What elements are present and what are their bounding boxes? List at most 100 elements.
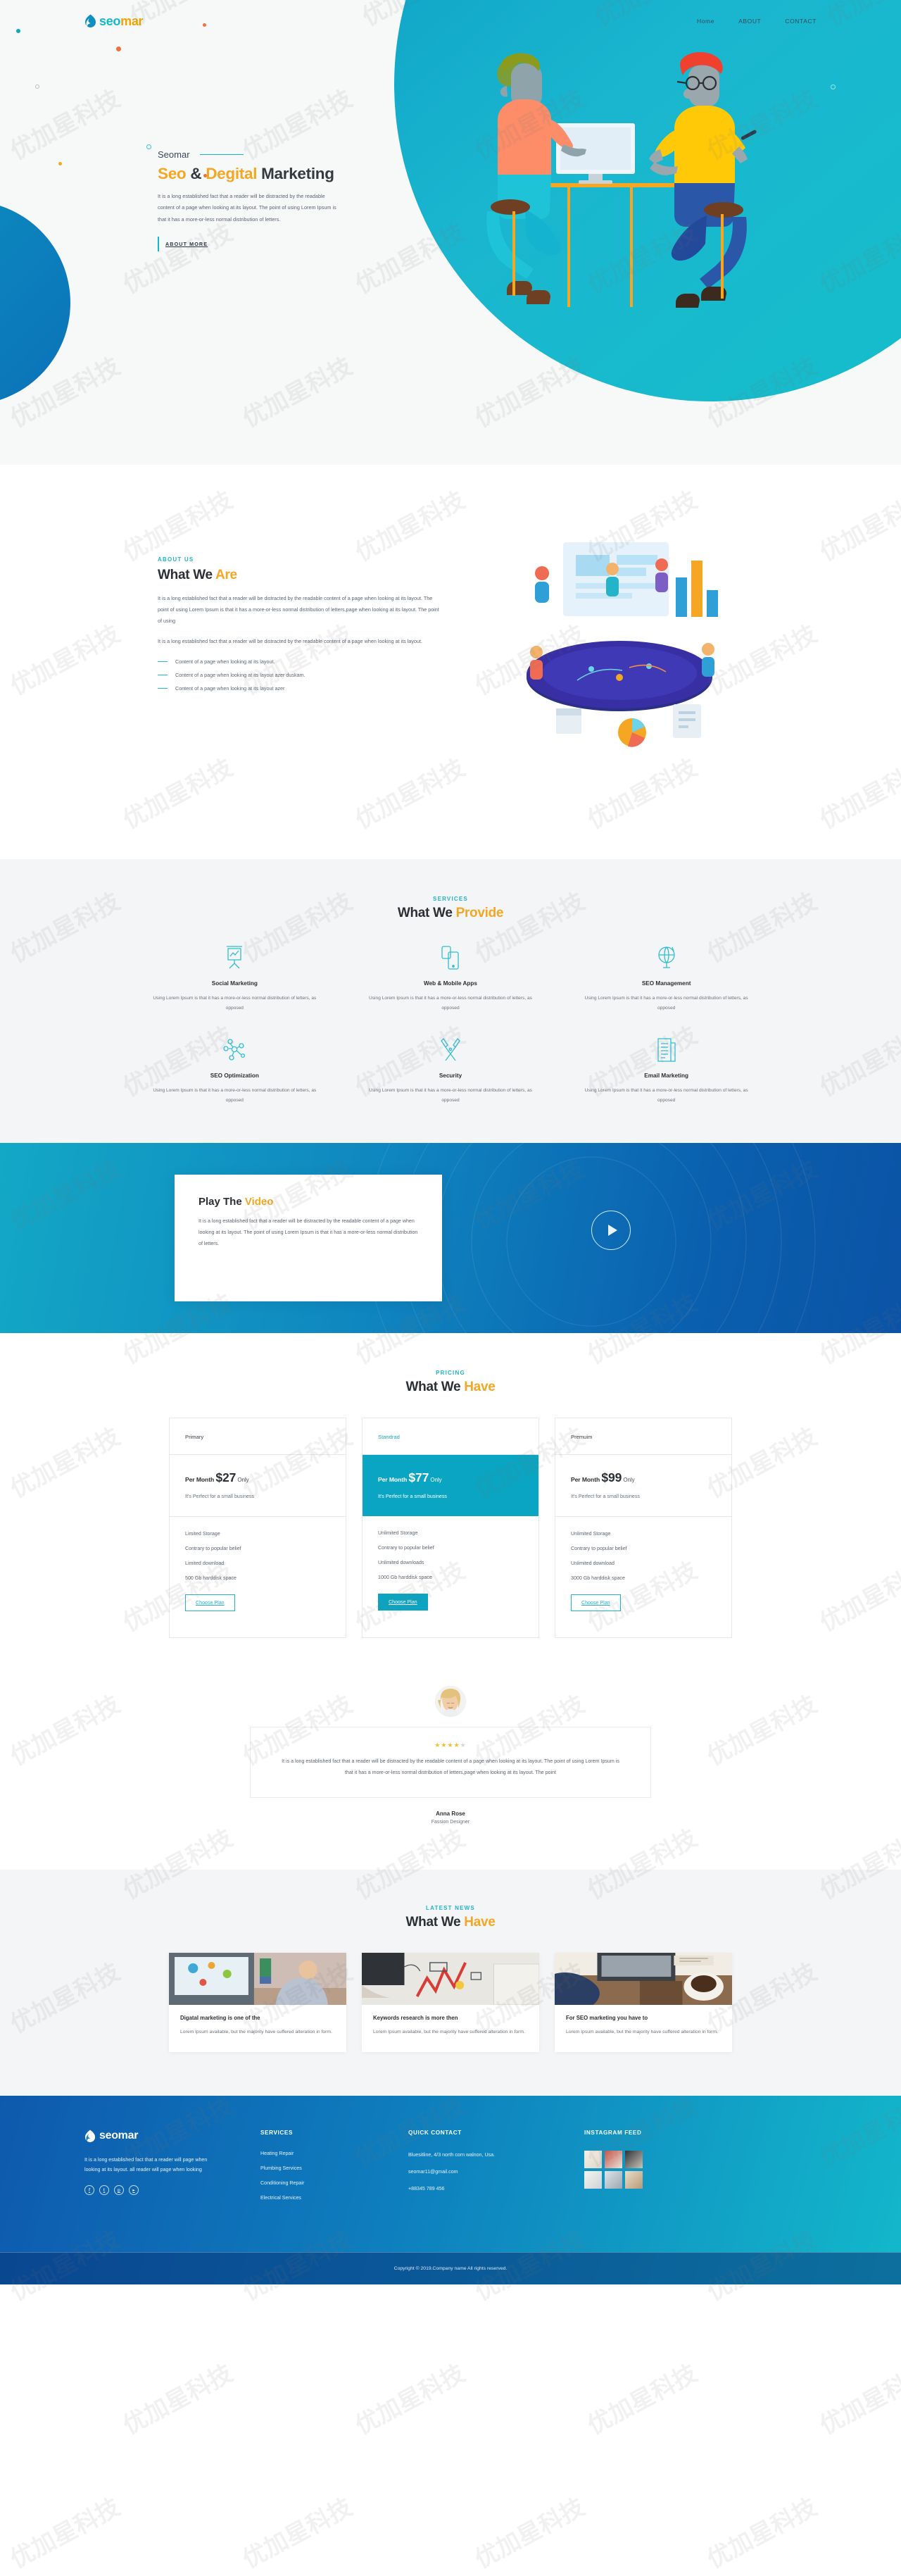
service-card-security[interactable]: Security Using Lorem Ipsum is that it ha…	[343, 1036, 559, 1106]
news-card[interactable]: For SEO marketing you have to Lorem Ipsu…	[555, 1953, 732, 2052]
hero-eyebrow-line	[199, 154, 244, 155]
service-desc: Using Lorem Ipsum is that it has a more-…	[369, 996, 532, 1011]
news-title: What We Have	[0, 1915, 901, 1930]
news-card-title: Keywords research is more then	[373, 2015, 458, 2022]
plan-feature: 3000 Gb harddisk space	[571, 1575, 625, 1582]
footer-brand-name: seomar	[99, 2130, 139, 2142]
instagram-tile[interactable]	[625, 2150, 643, 2168]
service-card-seo-optimization[interactable]: SEO Optimization Using Lorem Ipsum is th…	[127, 1036, 343, 1106]
footer-social-links: f t p ▸	[84, 2185, 260, 2196]
service-card-email-marketing[interactable]: Email Marketing Using Lorem Ipsum is tha…	[558, 1036, 774, 1106]
news-card-body: Keywords research is more then Lorem Ips…	[362, 2005, 539, 2051]
choose-plan-button[interactable]: Choose Plan	[378, 1594, 428, 1611]
instagram-tile[interactable]	[605, 2150, 622, 2168]
youtube-icon[interactable]: ▸	[129, 2185, 139, 2196]
star-filled-icon: ★	[434, 1742, 441, 1749]
about-bullet-item: Content of a page when looking at its la…	[158, 685, 439, 692]
footer-service-label: Plumbing Services	[260, 2165, 302, 2171]
plan-price-suffix: Only	[622, 1477, 635, 1484]
footer-services-list: Heating Repair Plumbing Services Conditi…	[260, 2151, 408, 2201]
footer-instagram-heading: INSTAGRAM FEED	[584, 2129, 642, 2136]
footer-service-item[interactable]: Plumbing Services	[260, 2165, 408, 2171]
services-section: SERVICES What We Provide Social Marketin…	[0, 859, 901, 1144]
watermark-text: 优加星科技	[6, 2493, 125, 2575]
logo-drop-icon	[85, 14, 96, 28]
pricing-card-price-block: Per Month $27 Only It's Perfect for a sm…	[170, 1455, 346, 1518]
instagram-tile[interactable]	[625, 2170, 643, 2189]
plan-name: Primary	[185, 1434, 204, 1441]
services-header: SERVICES What We Provide	[0, 896, 901, 921]
plan-feature-list: Unlimited Storage Contrary to popular be…	[555, 1517, 731, 1637]
pricing-title: What We Have	[0, 1380, 901, 1395]
footer-service-label: Conditioning Repair	[260, 2180, 305, 2186]
instagram-tile[interactable]	[584, 2170, 602, 2189]
hero-title-marketing: Marketing	[261, 165, 334, 182]
footer-copyright-text: Copyright © 2019.Company name All rights…	[393, 2265, 508, 2271]
plan-cta-wrap: Choose Plan	[185, 1590, 330, 1612]
service-card-seo-management[interactable]: SEO Management Using Lorem Ipsum is that…	[558, 944, 774, 1013]
watermark-text: 优加星科技	[351, 2359, 470, 2441]
footer-copyright-bar: Copyright © 2019.Company name All rights…	[0, 2251, 901, 2284]
service-title: SEO Optimization	[210, 1072, 259, 1079]
hero-title: Seo & Degital Marketing	[158, 165, 390, 183]
footer-address: Bluesitline, 4/3 north corn walnon, Usa.	[408, 2151, 496, 2158]
footer-logo[interactable]: seomar	[84, 2130, 260, 2143]
news-card[interactable]: Keywords research is more then Lorem Ips…	[362, 1953, 539, 2052]
footer-service-item[interactable]: Heating Repair	[260, 2151, 408, 2156]
service-card-social-marketing[interactable]: Social Marketing Using Lorem Ipsum is th…	[127, 944, 343, 1013]
brand-logo[interactable]: seomar	[84, 14, 144, 29]
about-bullet-item: Content of a page when looking at its la…	[158, 658, 439, 665]
instagram-tile[interactable]	[584, 2150, 602, 2168]
presentation-chart-icon	[146, 944, 323, 972]
star-filled-icon: ★	[447, 1742, 454, 1749]
footer-phone[interactable]: +88345 789 456	[408, 2184, 584, 2194]
pricing-kicker: PRICING	[436, 1370, 465, 1377]
plan-feature: Unlimited Storage	[571, 1531, 611, 1537]
plan-price-value: $99	[601, 1470, 622, 1485]
user-avatar-image	[435, 1686, 466, 1718]
footer-email[interactable]: seomar11@gmail.com	[408, 2168, 584, 2177]
service-title: Security	[439, 1072, 462, 1079]
footer-description: It is a long established fact that a rea…	[84, 2156, 208, 2173]
about-bullet-item: Content of a page when looking at its la…	[158, 672, 439, 678]
pinterest-icon[interactable]: p	[114, 2185, 124, 2196]
footer-service-item[interactable]: Conditioning Repair	[260, 2180, 408, 2186]
service-desc: Using Lorem Ipsum is that it has a more-…	[153, 1087, 317, 1103]
hero-section: seomar Home ABOUT CONTACT Seomar Seo & D…	[0, 0, 901, 465]
plan-price-row: Per Month $77 Only	[378, 1470, 523, 1485]
plan-price-value: $27	[215, 1470, 237, 1485]
hero-about-more-button[interactable]: ABOUT MORE	[158, 237, 208, 252]
nav-item-about[interactable]: ABOUT	[738, 18, 761, 25]
service-title: SEO Management	[641, 980, 691, 987]
hero-blob-bottom-left	[0, 201, 70, 405]
news-card[interactable]: Digatal marketing is one of the Lorem Ip…	[169, 1953, 346, 2052]
news-card-body: For SEO marketing you have to Lorem Ipsu…	[555, 2005, 732, 2051]
deco-ring-teal	[146, 144, 151, 149]
footer-services-heading: SERVICES	[260, 2129, 294, 2136]
pricing-header: PRICING What We Have	[0, 1370, 901, 1395]
facebook-icon[interactable]: f	[84, 2185, 94, 2196]
pricing-card-head: Premuim	[555, 1418, 731, 1456]
service-card-web-mobile-apps[interactable]: Web & Mobile Apps Using Lorem Ipsum is t…	[343, 944, 559, 1013]
watermark-text: 优加星科技	[118, 2359, 238, 2441]
about-paragraph-1: It is a long established fact that a rea…	[158, 595, 439, 625]
play-circle-icon[interactable]	[591, 1211, 631, 1251]
nav-item-home[interactable]: Home	[697, 18, 714, 25]
choose-plan-button[interactable]: Choose Plan	[571, 1594, 621, 1612]
news-title-accent: Have	[464, 1915, 496, 1930]
twitter-icon[interactable]: t	[99, 2185, 109, 2196]
choose-plan-button[interactable]: Choose Plan	[185, 1594, 235, 1612]
news-card-title: Digatal marketing is one of the	[180, 2015, 260, 2022]
plan-tagline: It's Perfect for a small business	[378, 1494, 447, 1500]
pricing-title-accent: Have	[464, 1380, 496, 1395]
instagram-tile[interactable]	[605, 2170, 622, 2189]
plan-tagline: It's Perfect for a small business	[571, 1494, 640, 1500]
nav-item-contact[interactable]: CONTACT	[785, 18, 817, 25]
about-title-accent: Are	[215, 568, 237, 582]
brand-name: seomar	[99, 14, 144, 29]
watermark-text: 优加星科技	[583, 2359, 702, 2441]
pricing-card-price-block: Per Month $99 Only It's Perfect for a sm…	[555, 1455, 731, 1518]
plan-feature: Unlimited Storage	[378, 1530, 418, 1537]
news-card-desc: Lorem Ipsum available, but the majority …	[373, 2030, 525, 2035]
footer-service-item[interactable]: Electrical Services	[260, 2195, 408, 2201]
